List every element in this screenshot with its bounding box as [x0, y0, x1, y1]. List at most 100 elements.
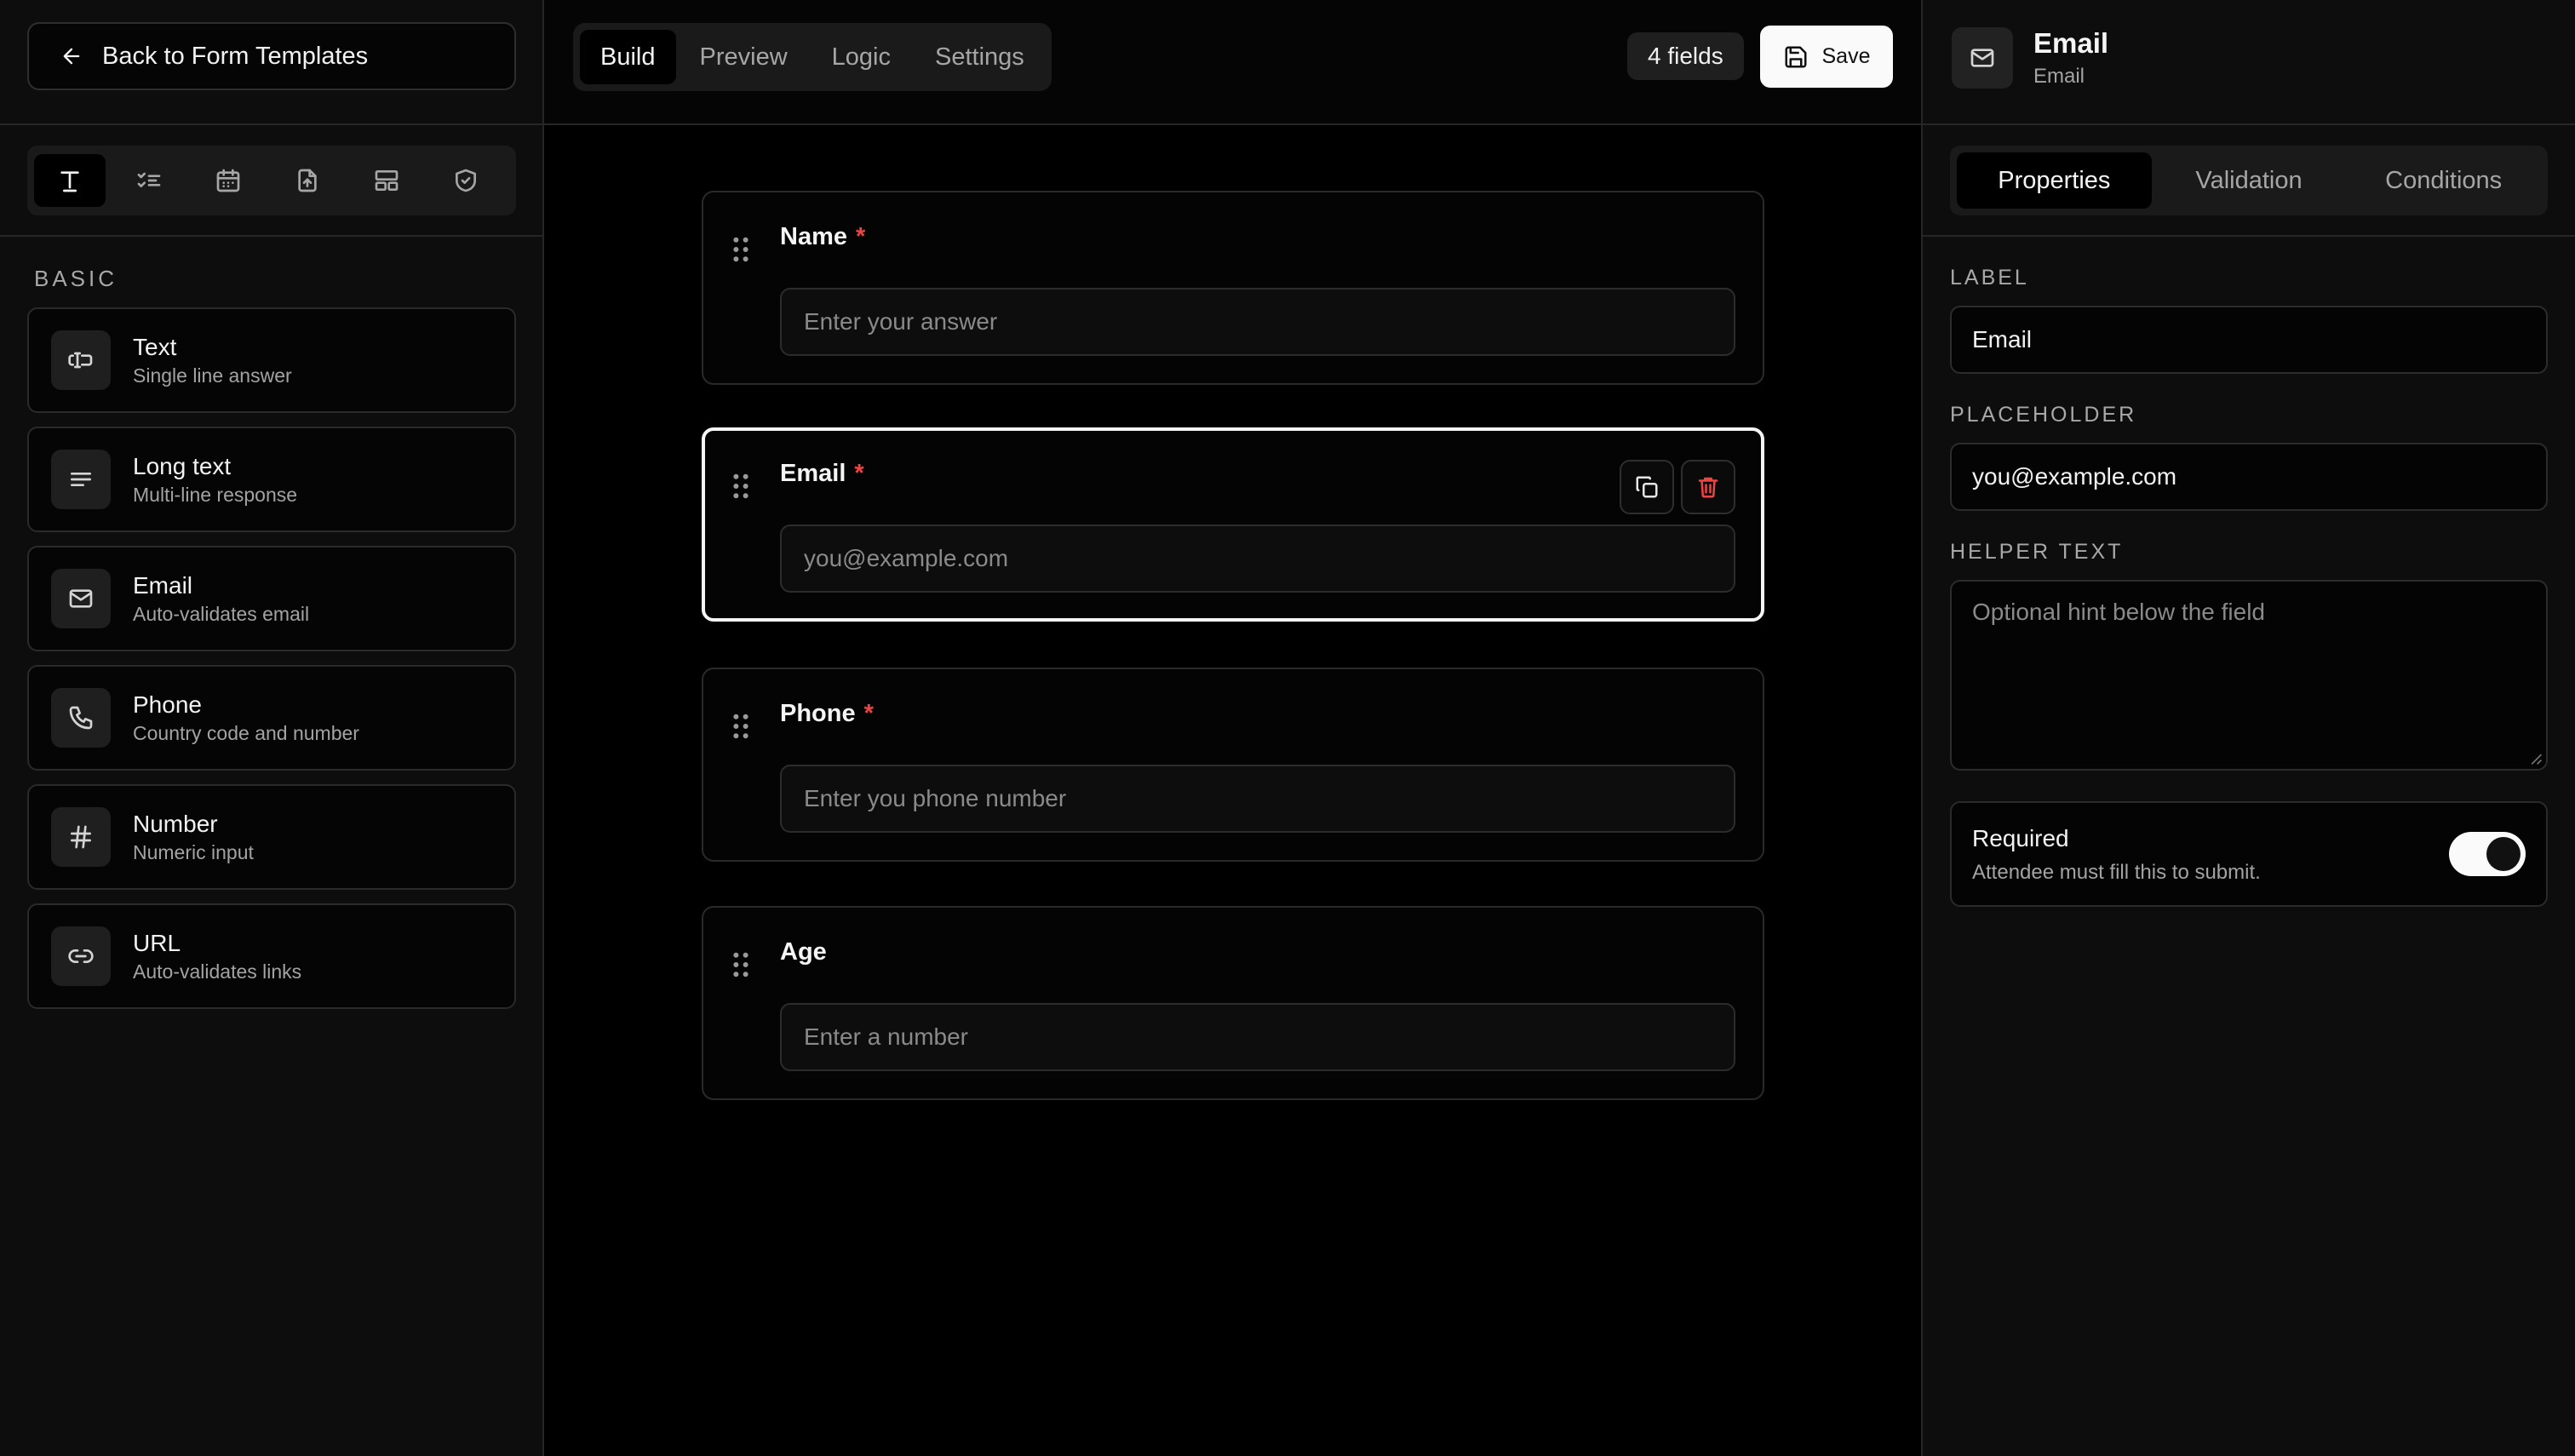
- form-field-input[interactable]: you@example.com: [780, 525, 1735, 593]
- field-type-url-label: URL Auto-validates links: [133, 928, 301, 984]
- header-icon-box: [1952, 27, 2013, 89]
- checklist-category-icon: [137, 172, 161, 187]
- properties-panel: Email Email Properties Validation Condit…: [1921, 0, 2575, 1456]
- label-heading: LABEL: [1950, 266, 2029, 289]
- field-type-text[interactable]: Text Single line answer: [27, 307, 516, 413]
- resize-grip-icon[interactable]: [2529, 752, 2543, 765]
- category-area: [0, 125, 542, 237]
- field-type-title: Number: [133, 811, 218, 837]
- placeholder-input[interactable]: you@example.com: [1950, 443, 2548, 511]
- text-cursor-icon: [68, 352, 93, 369]
- back-button-label: Back to Form Templates: [102, 42, 369, 70]
- drag-handle-icon[interactable]: [732, 952, 749, 977]
- helper-text-textarea[interactable]: Optional hint below the field: [1950, 580, 2548, 771]
- field-label-text: Phone: [780, 700, 856, 727]
- form-field-label: Name *: [780, 223, 865, 251]
- field-type-subtitle: Multi-line response: [133, 484, 298, 506]
- form-field-label: Email *: [780, 460, 864, 488]
- field-count-badge: 4 fields: [1627, 32, 1744, 80]
- calendar-category-icon: [216, 169, 240, 192]
- save-button[interactable]: Save: [1760, 26, 1893, 88]
- category-choice[interactable]: [113, 154, 185, 207]
- tab-validation[interactable]: Validation: [2152, 152, 2347, 209]
- form-field-input[interactable]: Enter your answer: [780, 288, 1735, 356]
- save-icon: [1785, 46, 1806, 67]
- mail-icon: [1970, 49, 1994, 67]
- duplicate-field-button[interactable]: [1620, 460, 1674, 514]
- category-text[interactable]: [34, 154, 106, 207]
- field-type-long-text[interactable]: Long text Multi-line response: [27, 427, 516, 532]
- form-field-label: Age: [780, 938, 835, 966]
- left-sidebar: Back to Form Templates BASIC Text Single…: [0, 0, 544, 1456]
- tab-preview[interactable]: Preview: [680, 30, 808, 84]
- properties-tabs-area: Properties Validation Conditions: [1923, 125, 2575, 237]
- shield-category-icon: [456, 169, 476, 192]
- category-bar: [27, 146, 516, 215]
- field-type-subtitle: Auto-validates links: [133, 960, 302, 983]
- tab-properties[interactable]: Properties: [1957, 152, 2152, 209]
- hash-icon: [71, 825, 91, 849]
- field-icon-box: [51, 807, 111, 867]
- field-type-list: Text Single line answer Long text Multi-…: [27, 307, 542, 1009]
- field-type-email[interactable]: Email Auto-validates email: [27, 546, 516, 651]
- layout-category-icon: [375, 170, 399, 191]
- field-type-number-label: Number Numeric input: [133, 809, 254, 865]
- required-asterisk: *: [854, 460, 864, 487]
- trash-icon: [1698, 477, 1718, 498]
- category-file[interactable]: [272, 154, 343, 207]
- field-icon-box: [51, 688, 111, 748]
- category-date[interactable]: [192, 154, 264, 207]
- copy-icon: [1636, 476, 1658, 498]
- field-type-url[interactable]: URL Auto-validates links: [27, 903, 516, 1009]
- tab-conditions[interactable]: Conditions: [2346, 152, 2541, 209]
- form-field-phone[interactable]: Phone * Enter you phone number: [702, 668, 1764, 862]
- form-field-input[interactable]: Enter you phone number: [780, 765, 1735, 833]
- field-type-subtitle: Country code and number: [133, 722, 359, 744]
- field-icon-box: [51, 569, 111, 628]
- field-type-number[interactable]: Number Numeric input: [27, 784, 516, 890]
- field-type-email-label: Email Auto-validates email: [133, 570, 309, 627]
- form-canvas: Name * Enter your answer Email * you@examp…: [544, 127, 1921, 1456]
- phone-icon: [69, 706, 93, 730]
- back-to-templates-button[interactable]: Back to Form Templates: [27, 22, 516, 90]
- drag-handle-icon[interactable]: [732, 714, 749, 739]
- required-toggle[interactable]: [2449, 832, 2526, 876]
- field-label-text: Age: [780, 938, 827, 966]
- form-field-email[interactable]: Email * you@example.com: [702, 427, 1764, 622]
- delete-field-button[interactable]: [1681, 460, 1735, 514]
- tab-build[interactable]: Build: [580, 30, 676, 84]
- drag-handle-icon[interactable]: [732, 237, 749, 262]
- section-title-basic: BASIC: [34, 266, 118, 291]
- field-type-text-label: Text Single line answer: [133, 332, 292, 388]
- back-area: Back to Form Templates: [0, 0, 542, 125]
- properties-title: Email: [2033, 27, 2109, 59]
- form-field-name[interactable]: Name * Enter your answer: [702, 191, 1764, 385]
- text-category-icon: [60, 171, 79, 192]
- tab-settings[interactable]: Settings: [915, 30, 1045, 84]
- link-icon: [68, 949, 94, 963]
- form-field-age[interactable]: Age Enter a number: [702, 906, 1764, 1100]
- required-title: Required: [1972, 825, 2069, 851]
- category-security[interactable]: [430, 154, 502, 207]
- properties-header: Email Email: [1923, 0, 2575, 125]
- field-type-title: Long text: [133, 453, 232, 479]
- field-type-title: Text: [133, 334, 177, 360]
- field-icon-box: [51, 450, 111, 509]
- properties-tabs: Properties Validation Conditions: [1950, 146, 2548, 215]
- drag-handle-icon[interactable]: [732, 473, 749, 499]
- field-icon-box: [51, 330, 111, 390]
- field-type-subtitle: Single line answer: [133, 364, 292, 387]
- category-layout[interactable]: [351, 154, 422, 207]
- label-input[interactable]: Email: [1950, 306, 2548, 374]
- field-type-subtitle: Numeric input: [133, 841, 254, 863]
- toggle-knob: [2486, 837, 2521, 871]
- form-field-input[interactable]: Enter a number: [780, 1003, 1735, 1071]
- field-type-phone[interactable]: Phone Country code and number: [27, 665, 516, 771]
- field-type-long-text-label: Long text Multi-line response: [133, 451, 297, 507]
- field-type-subtitle: Auto-validates email: [133, 603, 310, 625]
- view-tabs: Build Preview Logic Settings: [573, 23, 1052, 91]
- arrow-left-icon: [63, 48, 80, 65]
- tab-logic[interactable]: Logic: [811, 30, 911, 84]
- top-toolbar: Build Preview Logic Settings 4 fields Sa…: [544, 0, 1921, 125]
- required-setting: Required Attendee must fill this to subm…: [1950, 801, 2548, 907]
